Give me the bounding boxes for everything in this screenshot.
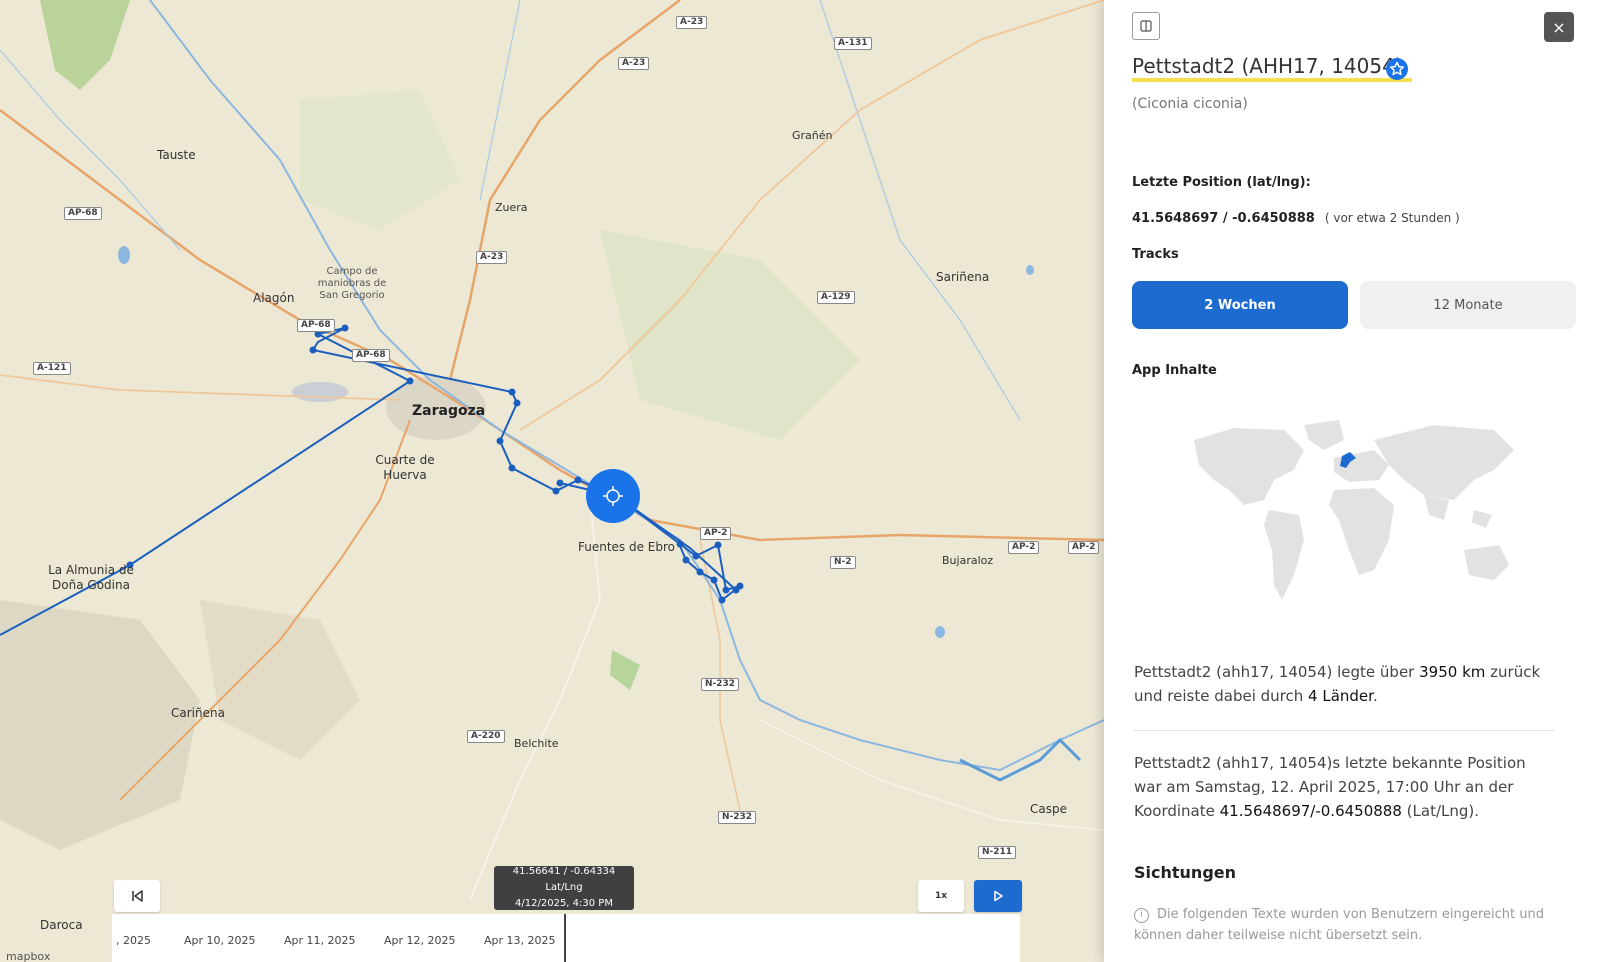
world-map (1194, 420, 1514, 600)
road-shield: AP-2 (1068, 541, 1100, 554)
sightings-heading: Sichtungen (1134, 863, 1237, 882)
place-label-carinena: Cariñena (171, 706, 225, 720)
timeline-date: , 2025 (116, 934, 151, 947)
info-icon: i (1134, 908, 1149, 923)
distance-value: 3950 km (1419, 663, 1486, 681)
place-label-daroca: Daroca (40, 918, 83, 932)
place-label-san-gregorio: Campo de maniobras de San Gregorio (317, 266, 387, 301)
app-content-label: App Inhalte (1132, 363, 1217, 378)
place-label-alagon: Alagón (253, 291, 295, 305)
map-base (0, 0, 1104, 962)
timeline-date: Apr 10, 2025 (184, 934, 256, 947)
last-known-position-text: Pettstadt2 (ahh17, 14054)s letzte bekann… (1134, 754, 1526, 820)
road-shield: AP-68 (64, 207, 102, 220)
road-shield: A-129 (817, 291, 855, 304)
close-panel-button[interactable]: × (1544, 12, 1574, 42)
favorite-star-icon[interactable] (1386, 58, 1408, 80)
timeline-scrubber[interactable]: , 2025 Apr 10, 2025 Apr 11, 2025 Apr 12,… (112, 914, 1020, 962)
last-position-label: Letzte Position (lat/lng): (1132, 175, 1311, 190)
timeline-date: Apr 13, 2025 (484, 934, 556, 947)
place-label-granen: Grañén (792, 129, 833, 142)
species-name: (Ciconia ciconia) (1132, 96, 1248, 112)
road-shield: AP-68 (297, 319, 335, 332)
place-label-tauste: Tauste (157, 148, 196, 162)
place-label-fuentes: Fuentes de Ebro (578, 540, 676, 554)
place-label-cuarte: Cuarte de Huerva (375, 453, 435, 482)
map-attribution[interactable]: mapbox (6, 950, 50, 962)
position-tooltip: 41.56641 / -0.64334 Lat/Lng 4/12/2025, 4… (494, 866, 634, 910)
close-icon: × (1552, 17, 1566, 37)
road-shield: N-2 (830, 556, 856, 569)
current-position-marker (586, 469, 640, 523)
road-shield: A-121 (33, 362, 71, 375)
road-shield: A-23 (676, 16, 708, 29)
place-label-zuera: Zuera (495, 201, 528, 214)
play-button[interactable] (974, 880, 1022, 912)
tab-2-weeks[interactable]: 2 Wochen (1132, 281, 1348, 329)
tab-12-months[interactable]: 12 Monate (1360, 281, 1576, 329)
collapse-panel-button[interactable] (1132, 12, 1160, 40)
road-shield: AP-68 (352, 349, 390, 362)
road-shield: A-220 (467, 730, 505, 743)
travel-summary: Pettstadt2 (ahh17, 14054) legte über 395… (1134, 663, 1541, 705)
animal-title: Pettstadt2 (AHH17, 14054) (1132, 54, 1403, 78)
animal-detail-panel: × Pettstadt2 (AHH17, 14054) (Ciconia cic… (1104, 0, 1600, 962)
tooltip-coords: 41.56641 / -0.64334 Lat/Lng (512, 866, 616, 893)
timeline-date: Apr 11, 2025 (284, 934, 356, 947)
place-label-belchite: Belchite (514, 737, 559, 750)
place-label-zaragoza: Zaragoza (412, 403, 486, 419)
last-position-value: 41.5648697 / -0.6450888 (1132, 211, 1315, 226)
road-shield: A-23 (476, 251, 508, 264)
sidebar-toggle-icon (1140, 20, 1152, 32)
speed-label: 1x (934, 891, 948, 901)
road-shield: N-232 (718, 811, 757, 824)
last-position-relative: ( vor etwa 2 Stunden ) (1324, 211, 1460, 225)
map-view[interactable]: Tauste Zuera Grañén Sariñena Campo de ma… (0, 0, 1104, 962)
place-label-bujaraloz: Bujaraloz (942, 554, 994, 567)
timeline-date: Apr 12, 2025 (384, 934, 456, 947)
speed-button[interactable]: 1x (918, 880, 964, 912)
timeline-cursor[interactable] (564, 914, 566, 962)
divider (1134, 730, 1554, 731)
road-shield: AP-2 (1008, 541, 1040, 554)
road-shield: N-232 (701, 678, 740, 691)
skip-back-icon (132, 890, 143, 902)
road-shield: A-23 (618, 57, 650, 70)
road-shield: AP-2 (700, 527, 732, 540)
road-shield: A-131 (834, 37, 872, 50)
place-label-almunia: La Almunia de Doña Godina (48, 563, 134, 592)
last-position-row: 41.5648697 / -0.6450888 ( vor etwa 2 Stun… (1132, 211, 1460, 226)
play-icon (994, 890, 1003, 902)
place-label-sarinena: Sariñena (936, 270, 990, 284)
road-shield: N-211 (978, 846, 1017, 859)
tooltip-datetime: 4/12/2025, 4:30 PM (515, 898, 613, 909)
rewind-button[interactable] (114, 880, 160, 912)
last-known-coords: 41.5648697/-0.6450888 (1219, 802, 1402, 820)
title-highlight (1132, 78, 1412, 82)
tracks-label: Tracks (1132, 247, 1179, 262)
sightings-note: i Die folgenden Texte wurden von Benutzer… (1134, 907, 1544, 943)
country-count: 4 Länder (1308, 687, 1373, 705)
place-label-caspe: Caspe (1030, 802, 1067, 816)
